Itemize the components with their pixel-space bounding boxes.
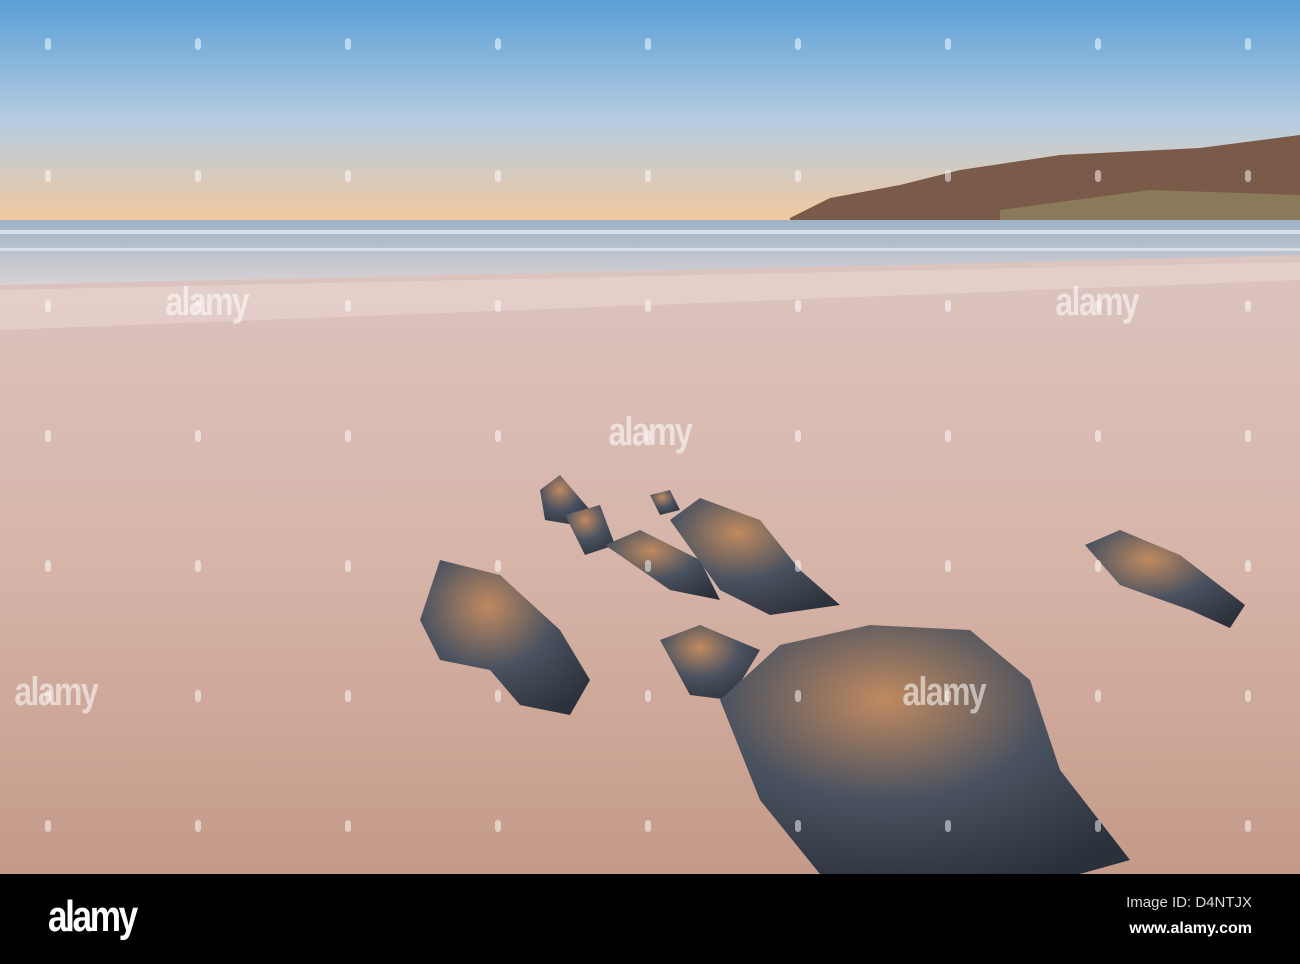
watermark-dot [1245,560,1251,572]
watermark-dot [1095,430,1101,442]
watermark-dot [645,560,651,572]
watermark-dot [45,430,51,442]
watermark-dot [645,820,651,832]
watermark-dot [195,560,201,572]
watermark-dot [645,690,651,702]
watermark-dot [945,430,951,442]
watermark-dot [45,560,51,572]
watermark-dot [195,690,201,702]
watermark-dot [345,430,351,442]
watermark-dot [495,820,501,832]
watermark-dot [345,690,351,702]
watermark-dot [345,38,351,50]
watermark-dot [1245,170,1251,182]
watermark-dot [45,690,51,702]
watermark-dot [945,690,951,702]
watermark-dot [1245,300,1251,312]
watermark-dot [645,430,651,442]
watermark-dot [1245,820,1251,832]
watermark-dot [645,300,651,312]
watermark-dot [1095,690,1101,702]
stock-photo-page: alamy alamy alamy alamy alamy alamy Imag… [0,0,1300,964]
watermark-dot [1245,430,1251,442]
watermark-dot [945,820,951,832]
watermark-dot [1095,560,1101,572]
watermark-dot [795,300,801,312]
watermark: alamy [902,670,986,714]
footer-bar: alamy Image ID: D4NTJX www.alamy.com [0,874,1300,964]
watermark-dot [45,820,51,832]
watermark-dot [45,300,51,312]
watermark-dot [195,38,201,50]
watermark-dot [495,560,501,572]
watermark-dot [495,690,501,702]
watermark-dot [795,170,801,182]
watermark-dot [945,300,951,312]
watermark-dot [495,170,501,182]
watermark-dot [795,560,801,572]
watermark-dot [1245,38,1251,50]
watermark-dot [795,690,801,702]
watermark-dot [945,38,951,50]
watermark: alamy [14,670,98,714]
watermark-dot [645,170,651,182]
watermark-dot [1095,300,1101,312]
watermark-dot [45,170,51,182]
watermark-dot [495,38,501,50]
watermark-dot [1095,38,1101,50]
watermark-dot [1095,170,1101,182]
watermark-dot [795,430,801,442]
watermark-dot [495,430,501,442]
watermark-dot [945,560,951,572]
site-url: www.alamy.com [1129,920,1252,937]
watermark-dot [345,560,351,572]
watermark-dot [195,170,201,182]
watermark-dot [1095,820,1101,832]
watermark-dot [795,38,801,50]
alamy-logo: alamy [48,892,138,941]
watermark-dot [1245,690,1251,702]
watermark-dot [645,38,651,50]
watermark-dot [345,820,351,832]
watermark-dot [195,300,201,312]
watermark-dot [45,38,51,50]
watermark-dot [195,430,201,442]
watermark-dot [495,300,501,312]
watermark-dot [795,820,801,832]
watermark-dot [345,170,351,182]
watermark-dot [345,300,351,312]
watermark-dot [945,170,951,182]
watermark-dot [195,820,201,832]
image-id: Image ID: D4NTJX [1126,894,1252,911]
watermark: alamy [165,280,249,324]
